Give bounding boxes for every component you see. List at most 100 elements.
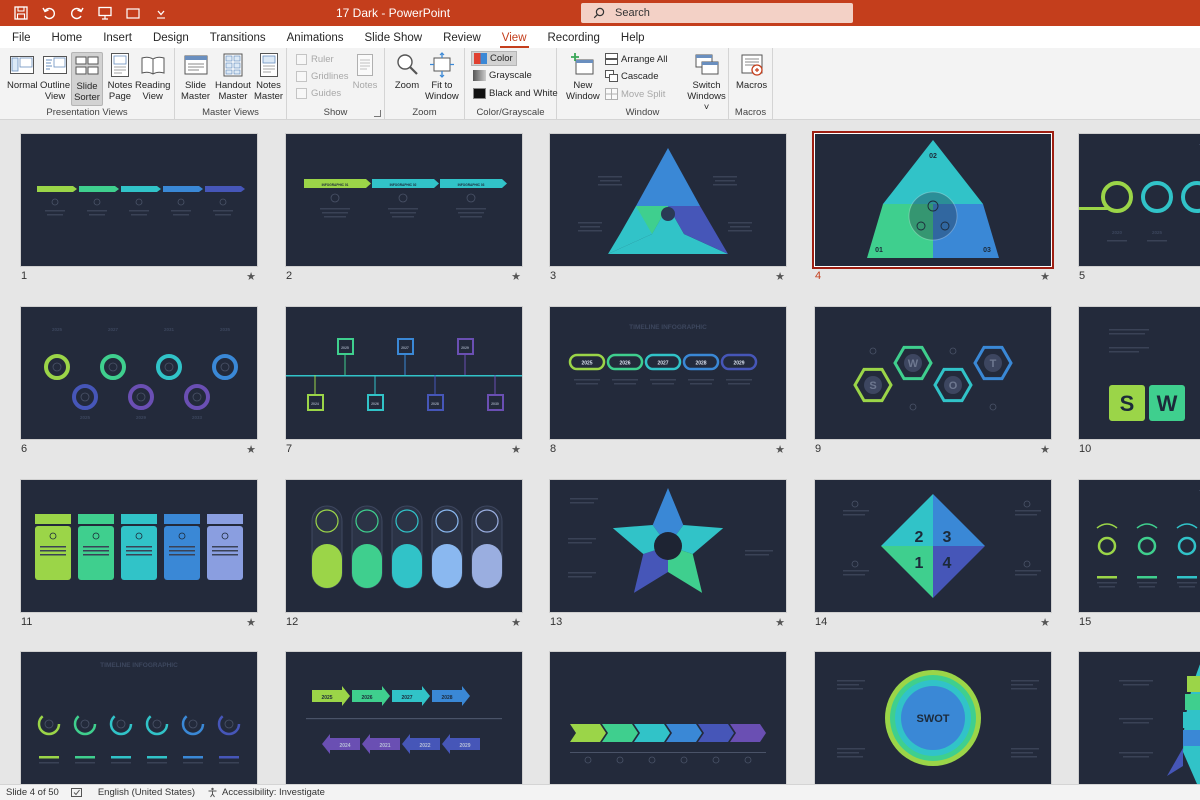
search-input[interactable]: Search (581, 3, 853, 23)
slide-preview[interactable]: 2025 2027 2029 2024 2026 2028 2030 (285, 306, 523, 440)
reading-view-button[interactable]: Reading View (135, 52, 170, 102)
side-icon (1023, 560, 1031, 568)
tab-review[interactable]: Review (443, 26, 492, 48)
zoom-button[interactable]: Zoom (393, 52, 421, 91)
transition-star-icon[interactable]: ★ (246, 443, 256, 456)
save-icon[interactable] (12, 4, 30, 22)
transition-star-icon[interactable]: ★ (775, 270, 785, 283)
normal-view-button[interactable]: Normal (7, 52, 38, 91)
transition-star-icon[interactable]: ★ (246, 270, 256, 283)
slide-thumbnail-15[interactable]: TIMELINE INFO 15 (1078, 479, 1200, 631)
tab-help[interactable]: Help (621, 26, 656, 48)
customize-icon[interactable] (152, 4, 170, 22)
grayscale-button[interactable]: Grayscale (473, 70, 532, 81)
slide-thumbnail-14[interactable]: 2 3 1 4 14 ★ (814, 479, 1052, 631)
slide-preview[interactable] (549, 479, 787, 613)
transition-star-icon[interactable]: ★ (511, 616, 521, 629)
tab-home[interactable]: Home (52, 26, 94, 48)
tab-file[interactable]: File (12, 26, 42, 48)
accessibility-status[interactable]: Accessibility: Investigate (207, 787, 325, 798)
slide-preview[interactable]: TIMELINE INFOGRAPHIC (20, 651, 258, 784)
present-icon[interactable] (96, 4, 114, 22)
slide-thumbnail-20[interactable]: 20 (1078, 651, 1200, 784)
undo-icon[interactable] (40, 4, 58, 22)
shape-icon[interactable] (124, 4, 142, 22)
slide-preview[interactable]: INFOGRAPHIC 01 INFOGRAPHIC 02 INFOGRAPHIC … (285, 133, 523, 267)
transition-star-icon[interactable]: ★ (1040, 443, 1050, 456)
transition-star-icon[interactable]: ★ (775, 443, 785, 456)
notes-master-button[interactable]: Notes Master (254, 52, 283, 102)
transition-star-icon[interactable]: ★ (1040, 616, 1050, 629)
slide-thumbnail-16[interactable]: TIMELINE INFOGRAPHIC16★ (20, 651, 258, 784)
slide-preview[interactable] (20, 479, 258, 613)
slide-thumbnail-8[interactable]: TIMELINE INFOGRAPHIC 2025 2026 2027 2028 2029… (549, 306, 787, 458)
redo-icon[interactable] (68, 4, 86, 22)
transition-star-icon[interactable]: ★ (246, 616, 256, 629)
cascade-button[interactable]: Cascade (605, 70, 659, 82)
slide-preview[interactable]: 2025 2027 2031 2035 2025 2029 2033 (20, 306, 258, 440)
slide-preview[interactable]: 2025 2026 2027 2028 2024 2021 2022 2029 (285, 651, 523, 784)
slide-preview[interactable] (20, 133, 258, 267)
switch-windows-button[interactable]: Switch Windows ˅ (685, 52, 728, 113)
notes-button[interactable]: Notes (351, 52, 379, 91)
slide-thumbnail-19[interactable]: SWOT19★ (814, 651, 1052, 784)
slide-thumbnail-13[interactable]: 13 ★ (549, 479, 787, 631)
tab-slide-show[interactable]: Slide Show (365, 26, 434, 48)
slide-preview[interactable]: TIMELINE INFOG20202025 (1078, 133, 1200, 267)
slide-sorter-pane[interactable]: 1 ★ INFOGRAPHIC 01 INFOGRAPHIC 02 INFOGRAPHI… (0, 121, 1200, 784)
slide-thumbnail-6[interactable]: 2025 2027 2031 2035 2025 2029 2033 6 ★ (20, 306, 258, 458)
slide-thumbnail-1[interactable]: 1 ★ (20, 133, 258, 285)
slide-preview[interactable]: TIMELINE INFOGRAPHIC 2025 2026 2027 2028 2029 (549, 306, 787, 440)
transition-star-icon[interactable]: ★ (511, 443, 521, 456)
slide-thumbnail-12[interactable]: 12 ★ (285, 479, 523, 631)
slide-thumbnail-2[interactable]: INFOGRAPHIC 01 INFOGRAPHIC 02 INFOGRAPHIC … (285, 133, 523, 285)
transition-star-icon[interactable]: ★ (511, 270, 521, 283)
slide-preview[interactable] (1078, 651, 1200, 784)
macros-button[interactable]: Macros (736, 52, 767, 91)
transition-star-icon[interactable]: ★ (1040, 270, 1050, 283)
slide-thumbnail-7[interactable]: 2025 2027 2029 2024 2026 2028 2030 7 ★ (285, 306, 523, 458)
slide-preview[interactable]: 2 3 1 4 (814, 479, 1052, 613)
slide-thumbnail-11[interactable]: 11 ★ (20, 479, 258, 631)
transition-star-icon[interactable]: ★ (775, 616, 785, 629)
gridlines-checkbox[interactable]: Gridlines (296, 71, 349, 82)
ruler-checkbox[interactable]: Ruler (296, 54, 334, 65)
slide-number: 5 (1079, 270, 1086, 282)
slide-thumbnail-5[interactable]: TIMELINE INFOG20202025 5 (1078, 133, 1200, 285)
slide-count[interactable]: Slide 4 of 50 (6, 787, 59, 798)
slide-thumbnail-3[interactable]: 3 ★ (549, 133, 787, 285)
slide-thumbnail-17[interactable]: 2025202620272028202420212022202917★ (285, 651, 523, 784)
slide-preview[interactable]: SWOT (814, 651, 1052, 784)
slide-preview[interactable]: 02 01 03 (812, 131, 1054, 269)
new-window-button[interactable]: New Window (566, 52, 600, 102)
color-button[interactable]: Color (471, 51, 517, 66)
outline-view-button[interactable]: Outline View (40, 52, 70, 102)
slide-master-button[interactable]: Slide Master (181, 52, 210, 102)
language-status[interactable]: English (United States) (98, 787, 195, 798)
guides-checkbox[interactable]: Guides (296, 88, 341, 99)
tab-recording[interactable]: Recording (548, 26, 611, 48)
tab-design[interactable]: Design (153, 26, 200, 48)
spelling-status[interactable] (70, 787, 86, 798)
slide-sorter-button[interactable]: Slide Sorter (71, 52, 103, 106)
tab-animations[interactable]: Animations (287, 26, 355, 48)
slide-preview[interactable] (549, 651, 787, 784)
tab-view[interactable]: View (499, 26, 538, 48)
slide-preview[interactable]: TIMELINE INFO (1078, 479, 1200, 613)
handout-master-button[interactable]: Handout Master (215, 52, 251, 102)
tab-insert[interactable]: Insert (103, 26, 143, 48)
slide-preview[interactable]: SW (1078, 306, 1200, 440)
notes-page-button[interactable]: Notes Page (106, 52, 134, 102)
move-split-button[interactable]: Move Split (605, 88, 665, 100)
slide-thumbnail-9[interactable]: S W O T 9 ★ (814, 306, 1052, 458)
fit-to-window-button[interactable]: Fit to Window (425, 52, 459, 102)
arrange-all-button[interactable]: Arrange All (605, 53, 667, 65)
slide-preview[interactable] (549, 133, 787, 267)
slide-thumbnail-18[interactable]: 18★ (549, 651, 787, 784)
slide-thumbnail-10[interactable]: S W 10 (1078, 306, 1200, 458)
slide-preview[interactable]: SWOT (814, 306, 1052, 440)
tab-transitions[interactable]: Transitions (210, 26, 277, 48)
black-and-white-button[interactable]: Black and White (473, 88, 558, 99)
slide-thumbnail-4[interactable]: 02 01 03 4 ★ (812, 131, 1054, 285)
slide-preview[interactable] (285, 479, 523, 613)
